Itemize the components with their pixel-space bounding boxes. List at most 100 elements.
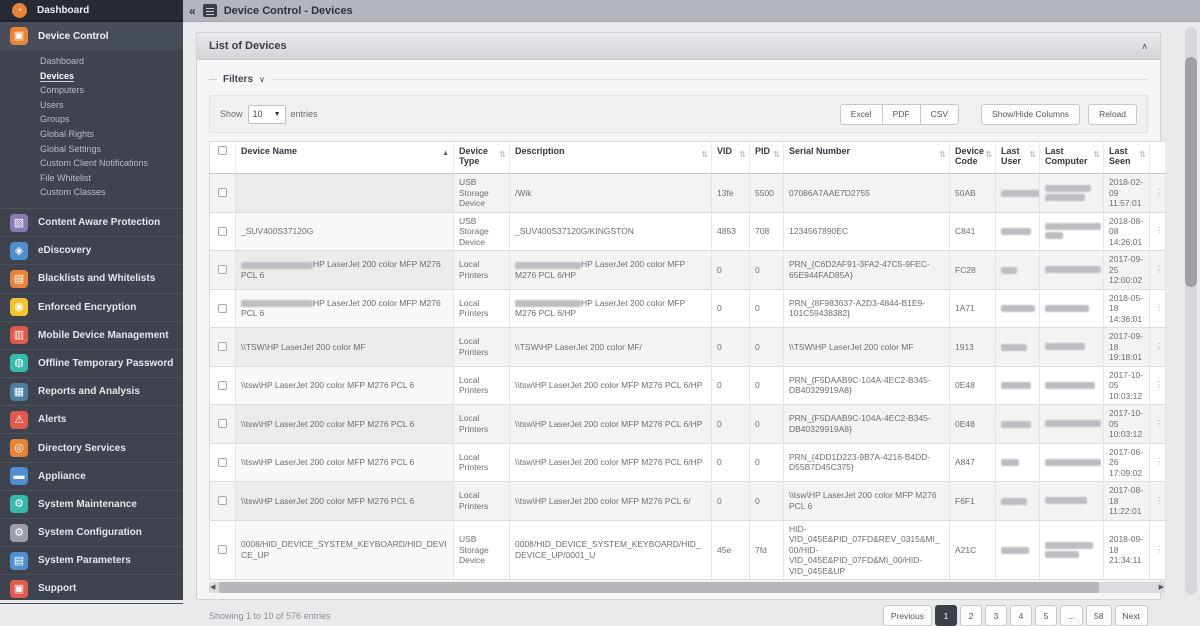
column-header-type[interactable]: Device Type⇅: [454, 142, 510, 174]
sort-icon[interactable]: ⇅: [985, 150, 992, 159]
page-button-3[interactable]: 3: [985, 605, 1007, 626]
select-all-checkbox[interactable]: [218, 146, 227, 155]
row-checkbox[interactable]: [218, 458, 227, 467]
column-header-vid[interactable]: VID⇅: [712, 142, 750, 174]
cell-last-seen: 2018-09-18 21:34:11: [1104, 520, 1150, 580]
sidebar-item-system-maintenance[interactable]: ⚙System Maintenance: [0, 491, 183, 519]
sidebar-subitem-devices[interactable]: Devices: [40, 69, 183, 84]
sort-icon[interactable]: ⇅: [1139, 150, 1146, 159]
row-actions-icon[interactable]: ⋮: [1150, 443, 1166, 482]
scroll-right-icon[interactable]: ▶: [1159, 583, 1164, 591]
page-button-2[interactable]: 2: [960, 605, 982, 626]
sidebar-item-reports-and-analysis[interactable]: ▦Reports and Analysis: [0, 378, 183, 406]
sidebar-subitem-groups[interactable]: Groups: [40, 112, 183, 127]
sort-asc-icon[interactable]: ▲: [442, 150, 449, 157]
csv-export-button[interactable]: CSV: [920, 104, 959, 125]
row-actions-icon[interactable]: ⋮: [1150, 482, 1166, 521]
sidebar-item-enforced-encryption[interactable]: ◉Enforced Encryption: [0, 294, 183, 322]
cell-serial-number: 07086A7AAE7D2755: [784, 174, 950, 213]
cell-description: HP LaserJet 200 color MFP M276 PCL 6/HP: [510, 251, 712, 290]
redacted-text: [1045, 382, 1095, 389]
row-checkbox[interactable]: [218, 381, 227, 390]
horizontal-scrollbar[interactable]: ◀ ▶: [209, 582, 1165, 593]
column-header-pid[interactable]: PID⇅: [750, 142, 784, 174]
sidebar-item-dashboard-main[interactable]: ◔ Dashboard: [0, 0, 183, 22]
row-actions-icon[interactable]: ⋮: [1150, 174, 1166, 213]
column-header-name[interactable]: Device Name▲: [236, 142, 454, 174]
column-header-serial[interactable]: Serial Number⇅: [784, 142, 950, 174]
sort-icon[interactable]: ⇅: [701, 150, 708, 159]
sidebar-subitem-computers[interactable]: Computers: [40, 83, 183, 98]
row-actions-icon[interactable]: ⋮: [1150, 328, 1166, 367]
show-hide-columns-button[interactable]: Show/Hide Columns: [981, 104, 1080, 125]
sidebar-item-blacklists-and-whitelists[interactable]: ▤Blacklists and Whitelists: [0, 265, 183, 293]
row-checkbox[interactable]: [218, 496, 227, 505]
cell-pid: 0: [750, 251, 784, 290]
row-checkbox[interactable]: [218, 419, 227, 428]
sidebar-item-content-aware-protection[interactable]: ▧Content Aware Protection: [0, 209, 183, 237]
sidebar-item-device-control[interactable]: ▣ Device Control: [0, 22, 183, 50]
column-header-checkbox[interactable]: [210, 142, 236, 174]
entries-select[interactable]: 10 ▼: [248, 105, 286, 124]
sort-icon[interactable]: ⇅: [773, 150, 780, 159]
reload-button[interactable]: Reload: [1088, 104, 1137, 125]
page-button-5[interactable]: 5: [1035, 605, 1057, 626]
filters-toggle[interactable]: Filters ∨: [209, 74, 1148, 85]
page-button-1[interactable]: 1: [935, 605, 957, 626]
row-actions-icon[interactable]: ⋮: [1150, 289, 1166, 328]
cell-checkbox: [210, 212, 236, 251]
row-checkbox[interactable]: [218, 227, 227, 236]
sidebar-item-appliance[interactable]: ▬Appliance: [0, 463, 183, 491]
row-actions-icon[interactable]: ⋮: [1150, 520, 1166, 580]
row-checkbox[interactable]: [218, 342, 227, 351]
sidebar-subitem-global-rights[interactable]: Global Rights: [40, 127, 183, 142]
sidebar-subitem-custom-client-notifications[interactable]: Custom Client Notifications: [40, 156, 183, 171]
pdf-export-button[interactable]: PDF: [882, 104, 920, 125]
sort-icon[interactable]: ⇅: [739, 150, 746, 159]
row-actions-icon[interactable]: ⋮: [1150, 366, 1166, 405]
row-checkbox[interactable]: [218, 265, 227, 274]
sidebar-item-directory-services[interactable]: ◎Directory Services: [0, 434, 183, 462]
excel-export-button[interactable]: Excel: [840, 104, 882, 125]
row-checkbox[interactable]: [218, 545, 227, 554]
sort-icon[interactable]: ⇅: [939, 150, 946, 159]
scroll-left-icon[interactable]: ◀: [210, 583, 215, 591]
row-actions-icon[interactable]: ⋮: [1150, 405, 1166, 444]
row-actions-icon[interactable]: ⋮: [1150, 251, 1166, 290]
sidebar-item-offline-temporary-password[interactable]: ◍Offline Temporary Password: [0, 350, 183, 378]
collapse-panel-icon[interactable]: ∧: [1141, 41, 1148, 52]
cell-device-name: \\tsw\HP LaserJet 200 color MFP M276 PCL…: [236, 366, 454, 405]
sidebar-item-system-parameters[interactable]: ▤System Parameters: [0, 547, 183, 575]
sidebar-subitem-dashboard[interactable]: Dashboard: [40, 54, 183, 69]
column-header-code[interactable]: Device Code⇅: [950, 142, 996, 174]
column-header-user[interactable]: Last User⇅: [996, 142, 1040, 174]
sidebar-subitem-users[interactable]: Users: [40, 98, 183, 113]
column-header-computer[interactable]: Last Computer⇅: [1040, 142, 1104, 174]
sort-icon[interactable]: ⇅: [1029, 150, 1036, 159]
sidebar-item-support[interactable]: ▣Support: [0, 575, 183, 603]
sidebar-subitem-file-whitelist[interactable]: File Whitelist: [40, 171, 183, 186]
sidebar-subitem-custom-classes[interactable]: Custom Classes: [40, 185, 183, 200]
sidebar-subitem-global-settings[interactable]: Global Settings: [40, 142, 183, 157]
sidebar-item-ediscovery[interactable]: ◈eDiscovery: [0, 237, 183, 265]
row-actions-icon[interactable]: ⋮: [1150, 212, 1166, 251]
redacted-text: [1001, 190, 1040, 197]
sidebar-item-mobile-device-management[interactable]: ▥Mobile Device Management: [0, 322, 183, 350]
previous-button[interactable]: Previous: [883, 605, 932, 626]
horizontal-scrollbar-thumb[interactable]: [219, 582, 1099, 593]
page-button-4[interactable]: 4: [1010, 605, 1032, 626]
vertical-scrollbar[interactable]: [1185, 27, 1197, 595]
sidebar-item-alerts[interactable]: ⚠Alerts: [0, 406, 183, 434]
column-header-seen[interactable]: Last Seen⇅: [1104, 142, 1150, 174]
cell-pid: 708: [750, 212, 784, 251]
column-header-desc[interactable]: Description⇅: [510, 142, 712, 174]
row-checkbox[interactable]: [218, 304, 227, 313]
collapse-sidebar-icon[interactable]: «: [189, 4, 196, 18]
vertical-scrollbar-thumb[interactable]: [1185, 57, 1197, 287]
sort-icon[interactable]: ⇅: [1093, 150, 1100, 159]
next-button[interactable]: Next: [1115, 605, 1148, 626]
row-checkbox[interactable]: [218, 188, 227, 197]
sort-icon[interactable]: ⇅: [499, 150, 506, 159]
sidebar-item-system-configuration[interactable]: ⚙System Configuration: [0, 519, 183, 547]
page-button-58[interactable]: 58: [1086, 605, 1111, 626]
